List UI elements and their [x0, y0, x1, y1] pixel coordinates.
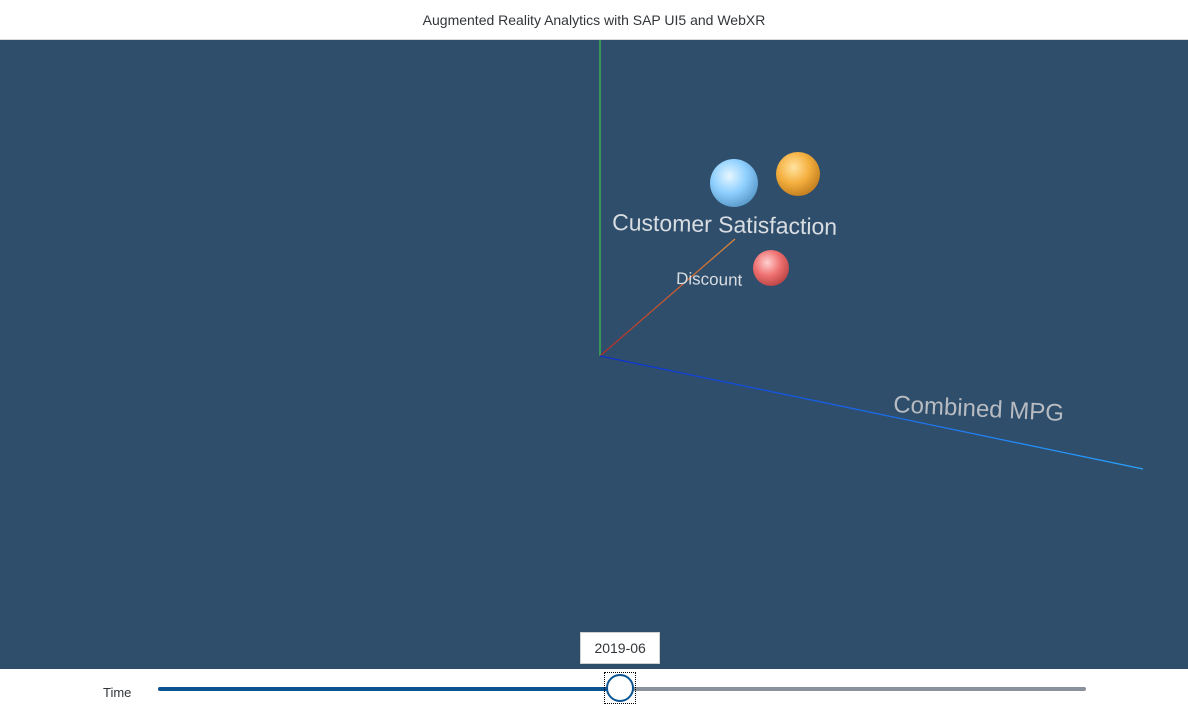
app-header: Augmented Reality Analytics with SAP UI5…: [0, 0, 1188, 40]
discount-label: Discount: [676, 269, 743, 290]
time-label: Time: [103, 685, 132, 700]
combined-mpg-label: Combined MPG: [893, 391, 1065, 427]
ar-scene-viewport[interactable]: Customer Satisfaction Discount Combined …: [0, 40, 1188, 669]
time-slider-bar: Time: [0, 669, 1188, 712]
time-slider-handle[interactable]: [606, 674, 635, 702]
slider-value-text: 2019-06: [594, 640, 646, 656]
customer-satisfaction-label: Customer Satisfaction: [612, 209, 837, 240]
x-axis-line: [599, 238, 736, 357]
slider-value-tooltip: 2019-06: [580, 632, 661, 664]
scene-canvas[interactable]: Customer Satisfaction Discount Combined …: [0, 40, 1188, 669]
time-slider-progress: [158, 687, 621, 691]
orange-sphere[interactable]: [776, 152, 820, 196]
page-title: Augmented Reality Analytics with SAP UI5…: [422, 11, 766, 28]
blue-sphere[interactable]: [710, 159, 758, 207]
red-sphere[interactable]: [753, 250, 789, 286]
